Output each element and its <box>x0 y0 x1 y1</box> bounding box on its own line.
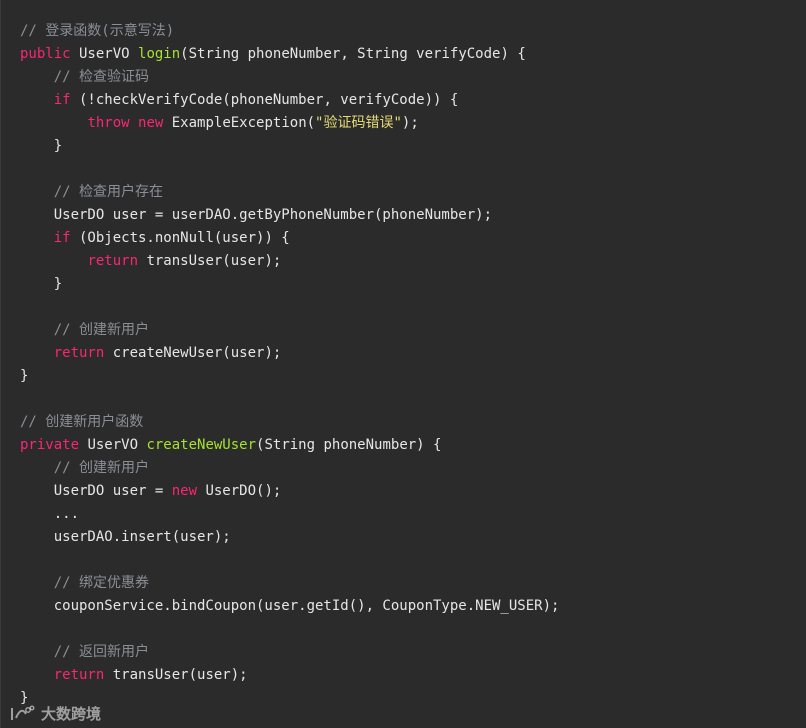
code-line: // 登录函数(示意写法) <box>20 20 806 43</box>
code-line: UserDO user = new UserDO(); <box>20 480 806 503</box>
code-line: return createNewUser(user); <box>20 342 806 365</box>
code-token-comment: // 检查验证码 <box>53 69 150 85</box>
code-token-kw: return <box>53 345 105 361</box>
code-line: // 检查验证码 <box>20 66 806 89</box>
code-token-plain: UserDO(); <box>197 483 282 499</box>
code-token-plain: couponService.bindCoupon(user.getId(), C… <box>20 598 560 614</box>
code-line: ... <box>20 503 806 526</box>
code-token-comment: // 绑定优惠券 <box>53 575 150 591</box>
code-token-plain: ); <box>401 115 419 131</box>
code-token-plain: UserDO user = <box>20 483 172 499</box>
code-token-plain: (!checkVerifyCode(phoneNumber, verifyCod… <box>70 92 459 108</box>
code-line: UserDO user = userDAO.getByPhoneNumber(p… <box>20 204 806 227</box>
code-line: // 创建新用户 <box>20 457 806 480</box>
code-block: // 登录函数(示意写法) public UserVO login(String … <box>20 20 806 710</box>
code-token-kw: if <box>53 92 71 108</box>
code-token-plain: ExampleException( <box>163 115 316 131</box>
code-token-comment: // 返回新用户 <box>53 644 150 660</box>
code-token-plain: createNewUser(user); <box>104 345 282 361</box>
code-token-plain: (String phoneNumber) { <box>256 437 442 453</box>
code-line: } <box>20 273 806 296</box>
code-token-plain: } <box>20 276 63 292</box>
code-token-str: "验证码错误" <box>315 115 402 131</box>
code-line: couponService.bindCoupon(user.getId(), C… <box>20 595 806 618</box>
code-token-plain: UserVO <box>70 46 139 62</box>
code-token-kw: throw <box>87 115 130 131</box>
code-token-fn: createNewUser <box>146 437 257 453</box>
code-token-kw: return <box>87 253 139 269</box>
code-token-comment: // 创建新用户 <box>53 322 150 338</box>
watermark-text: 大数跨境 <box>41 705 102 723</box>
code-token-kw: new <box>171 483 198 499</box>
code-line: } <box>20 365 806 388</box>
brand-logo-icon <box>11 704 35 720</box>
code-token-plain: } <box>20 368 29 384</box>
code-line: // 检查用户存在 <box>20 181 806 204</box>
code-token-plain: } <box>20 138 63 154</box>
code-token-plain: UserVO <box>79 437 147 453</box>
code-token-plain: transUser(user); <box>138 253 282 269</box>
code-token-plain: (Objects.nonNull(user)) { <box>70 230 290 246</box>
code-line: private UserVO createNewUser(String phon… <box>20 434 806 457</box>
code-token-kw: if <box>53 230 71 246</box>
code-token-comment: // 检查用户存在 <box>53 184 164 200</box>
code-line: } <box>20 135 806 158</box>
code-line: // 创建新用户函数 <box>20 411 806 434</box>
code-line: userDAO.insert(user); <box>20 526 806 549</box>
code-token-plain: transUser(user); <box>104 667 248 683</box>
code-line: if (!checkVerifyCode(phoneNumber, verify… <box>20 89 806 112</box>
code-editor: // 登录函数(示意写法) public UserVO login(String … <box>0 0 806 728</box>
code-line: return transUser(user); <box>20 250 806 273</box>
code-token-kw: private <box>20 437 80 453</box>
code-token-kw: new <box>138 115 164 131</box>
code-line: if (Objects.nonNull(user)) { <box>20 227 806 250</box>
code-line: return transUser(user); <box>20 664 806 687</box>
code-token-plain: (String phoneNumber, String verifyCode) … <box>180 46 526 62</box>
code-line: // 创建新用户 <box>20 319 806 342</box>
code-token-kw: public <box>20 46 71 62</box>
code-token-plain: UserDO user = userDAO.getByPhoneNumber(p… <box>20 207 493 223</box>
code-token-kw: return <box>53 667 105 683</box>
watermark: 大数跨境 <box>9 703 101 724</box>
code-token-fn: login <box>138 46 181 62</box>
code-token-comment: // 登录函数(示意写法) <box>20 23 175 39</box>
code-line: public UserVO login(String phoneNumber, … <box>20 43 806 66</box>
code-line: } <box>20 687 806 710</box>
code-line: // 返回新用户 <box>20 641 806 664</box>
code-token-comment: // 创建新用户 <box>53 460 150 476</box>
code-token-comment: // 创建新用户函数 <box>20 414 144 430</box>
code-token-plain: ... <box>20 506 80 522</box>
code-token-plain: userDAO.insert(user); <box>20 529 231 545</box>
code-line: // 绑定优惠券 <box>20 572 806 595</box>
code-line: throw new ExampleException("验证码错误"); <box>20 112 806 135</box>
